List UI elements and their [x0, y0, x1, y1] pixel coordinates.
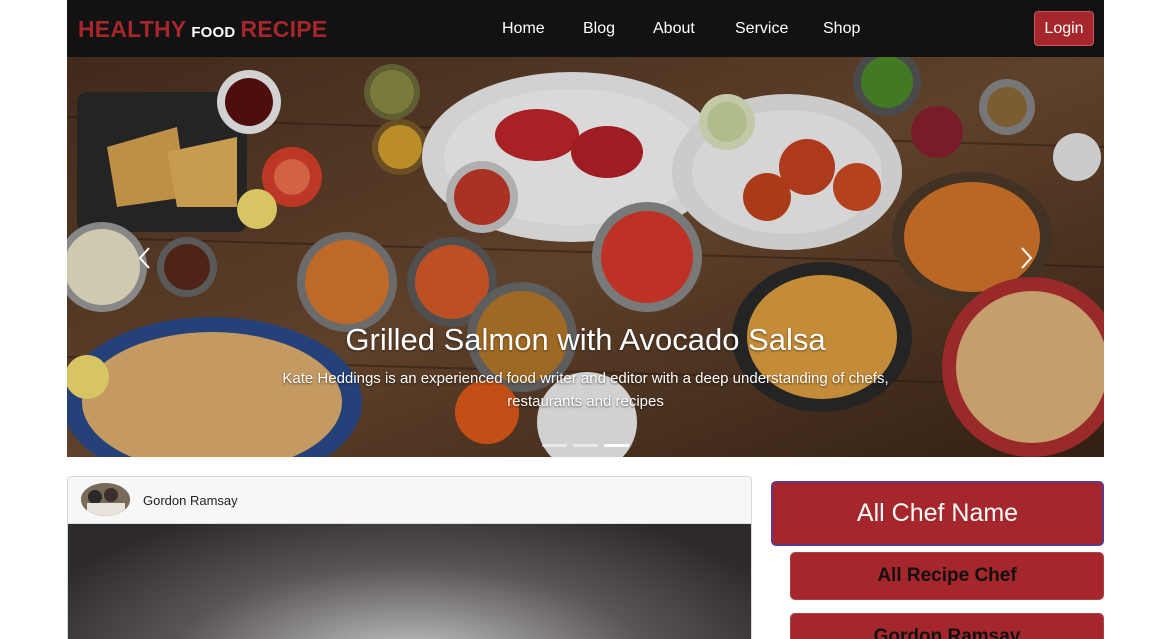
nav-home[interactable]: Home [502, 20, 545, 38]
nav-shop[interactable]: Shop [823, 20, 860, 38]
recipe-card: Gordon Ramsay [67, 476, 752, 639]
carousel-indicator-2[interactable] [573, 444, 598, 447]
card-chef-name[interactable]: Gordon Ramsay [143, 493, 238, 508]
carousel-indicators [67, 434, 1104, 452]
chevron-left-icon [138, 247, 150, 269]
brand-part-3: RECIPE [240, 16, 328, 42]
carousel-indicator-1[interactable] [542, 444, 567, 447]
carousel-indicator-3[interactable] [604, 444, 629, 447]
nav-blog[interactable]: Blog [583, 20, 615, 38]
avatar [81, 483, 130, 516]
brand-part-2: FOOD [191, 24, 236, 41]
gordon-ramsay-button[interactable]: Gordon Ramsay [790, 613, 1104, 639]
nav-service[interactable]: Service [735, 20, 788, 38]
all-chef-name-button[interactable]: All Chef Name [771, 481, 1104, 546]
chevron-right-icon [1021, 247, 1033, 269]
hero-carousel: Grilled Salmon with Avocado Salsa Kate H… [67, 57, 1104, 457]
all-recipe-chef-button[interactable]: All Recipe Chef [790, 552, 1104, 600]
carousel-prev-button[interactable] [130, 243, 160, 273]
recipe-image [68, 524, 751, 639]
card-header: Gordon Ramsay [68, 477, 751, 524]
carousel-title: Grilled Salmon with Avocado Salsa [345, 322, 826, 357]
nav-about[interactable]: About [653, 20, 695, 38]
navbar: HEALTHY FOOD RECIPE Home Blog About Servic… [67, 0, 1104, 57]
login-button[interactable]: Login [1034, 11, 1094, 46]
carousel-next-button[interactable] [1011, 243, 1041, 273]
brand-logo[interactable]: HEALTHY FOOD RECIPE [78, 16, 327, 43]
carousel-description: Kate Heddings is an experienced food wri… [282, 370, 889, 410]
brand-part-1: HEALTHY [78, 16, 187, 42]
chef-photo [81, 483, 130, 516]
